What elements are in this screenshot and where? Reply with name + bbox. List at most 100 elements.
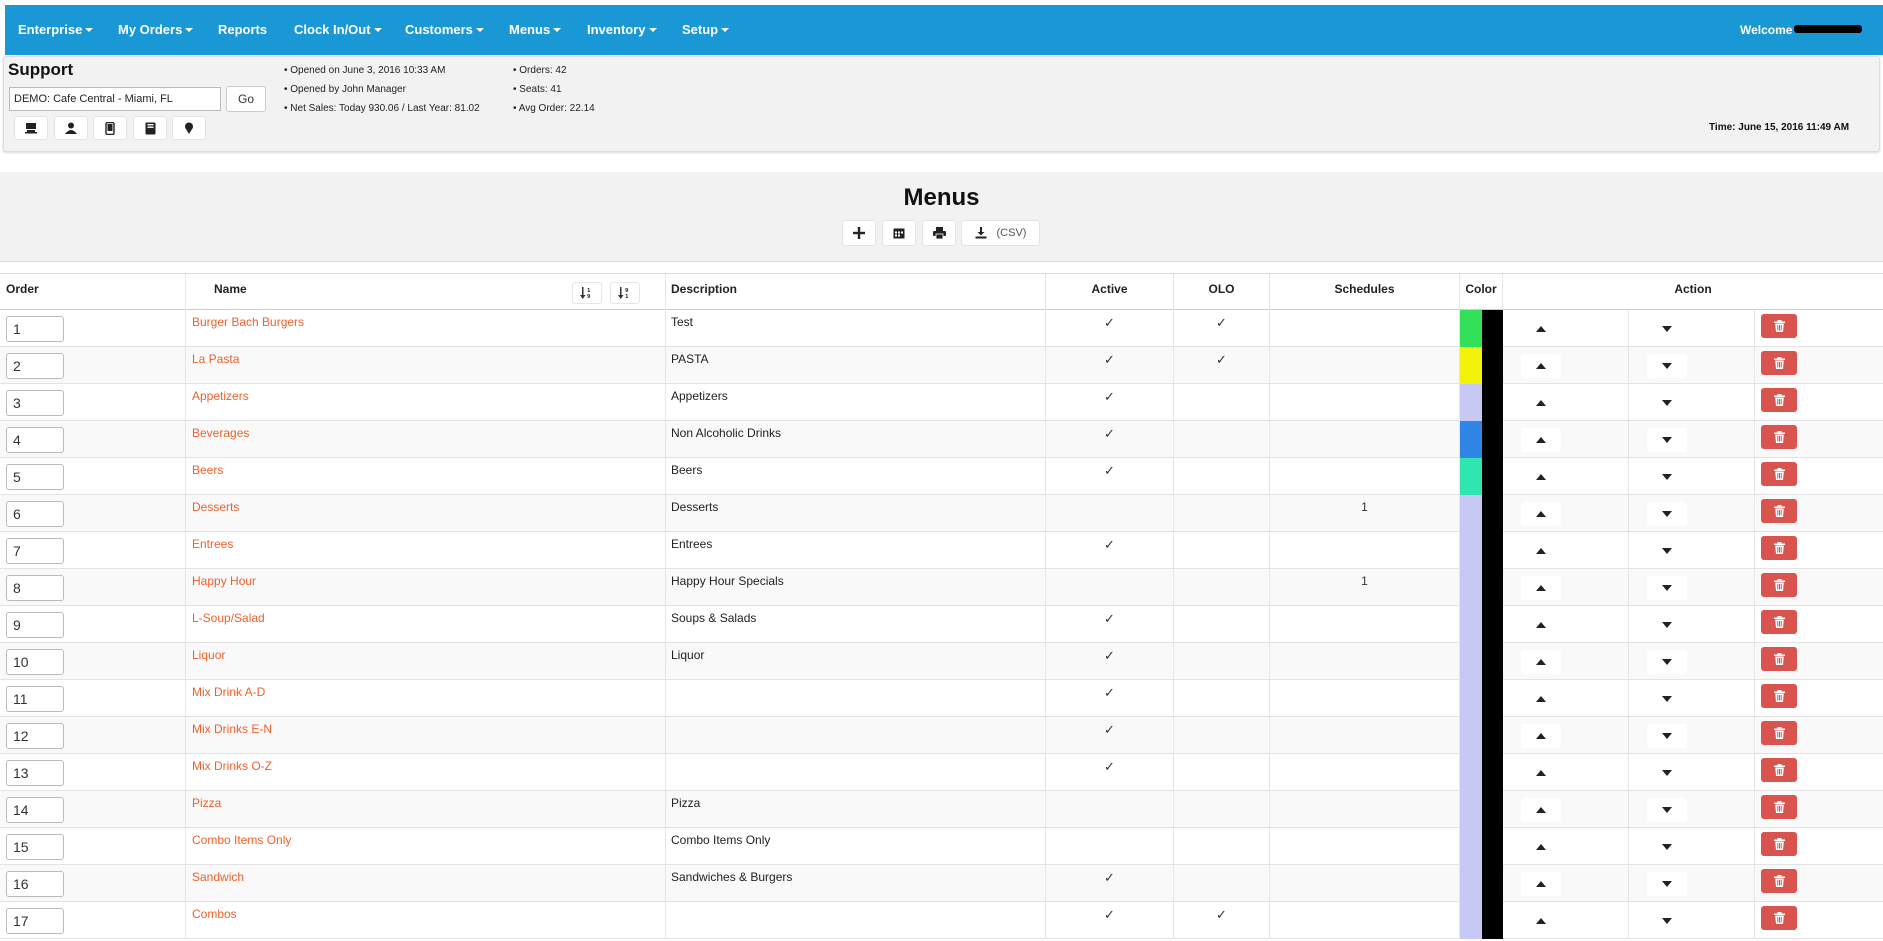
nav-item-customers[interactable]: Customers bbox=[405, 5, 484, 55]
header-active[interactable]: Active bbox=[1046, 274, 1174, 310]
nav-item-menus[interactable]: Menus bbox=[509, 5, 562, 55]
delete-menu-button[interactable] bbox=[1761, 610, 1797, 634]
book-icon[interactable] bbox=[133, 116, 167, 140]
schedule-button[interactable] bbox=[882, 220, 916, 246]
move-up-button[interactable] bbox=[1521, 798, 1561, 822]
move-up-button[interactable] bbox=[1521, 650, 1561, 674]
delete-menu-button[interactable] bbox=[1761, 462, 1797, 486]
nav-item-enterprise[interactable]: Enterprise bbox=[18, 5, 94, 55]
move-down-button[interactable] bbox=[1647, 428, 1687, 452]
menu-name-link[interactable]: Beers bbox=[192, 463, 223, 477]
export-csv-button[interactable]: (CSV) bbox=[961, 220, 1040, 246]
order-input[interactable] bbox=[6, 464, 64, 490]
delete-menu-button[interactable] bbox=[1761, 647, 1797, 671]
order-input[interactable] bbox=[6, 612, 64, 638]
header-name[interactable]: Name 19 91 bbox=[186, 274, 666, 310]
move-up-button[interactable] bbox=[1521, 724, 1561, 748]
header-olo[interactable]: OLO bbox=[1174, 274, 1270, 310]
order-input[interactable] bbox=[6, 760, 64, 786]
order-input[interactable] bbox=[6, 390, 64, 416]
delete-menu-button[interactable] bbox=[1761, 832, 1797, 856]
move-down-button[interactable] bbox=[1647, 650, 1687, 674]
move-down-button[interactable] bbox=[1647, 835, 1687, 859]
move-down-button[interactable] bbox=[1647, 872, 1687, 896]
order-input[interactable] bbox=[6, 353, 64, 379]
move-down-button[interactable] bbox=[1647, 761, 1687, 785]
order-input[interactable] bbox=[6, 649, 64, 675]
move-down-button[interactable] bbox=[1647, 909, 1687, 933]
menu-name-link[interactable]: La Pasta bbox=[192, 352, 239, 366]
nav-item-inventory[interactable]: Inventory bbox=[587, 5, 657, 55]
sort-descending-button[interactable]: 91 bbox=[610, 282, 640, 304]
move-up-button[interactable] bbox=[1521, 354, 1561, 378]
menu-name-link[interactable]: Happy Hour bbox=[192, 574, 256, 588]
order-input[interactable] bbox=[6, 538, 64, 564]
move-up-button[interactable] bbox=[1521, 909, 1561, 933]
location-search-input[interactable] bbox=[9, 87, 221, 111]
order-input[interactable] bbox=[6, 427, 64, 453]
order-input[interactable] bbox=[6, 501, 64, 527]
menu-name-link[interactable]: Pizza bbox=[192, 796, 221, 810]
print-button[interactable] bbox=[922, 220, 956, 246]
delete-menu-button[interactable] bbox=[1761, 869, 1797, 893]
header-schedules[interactable]: Schedules bbox=[1270, 274, 1460, 310]
mobile-icon[interactable] bbox=[93, 116, 127, 140]
menu-name-link[interactable]: Appetizers bbox=[192, 389, 249, 403]
move-up-button[interactable] bbox=[1521, 502, 1561, 526]
move-up-button[interactable] bbox=[1521, 761, 1561, 785]
delete-menu-button[interactable] bbox=[1761, 573, 1797, 597]
move-down-button[interactable] bbox=[1647, 687, 1687, 711]
menu-name-link[interactable]: Mix Drinks O-Z bbox=[192, 759, 272, 773]
header-order[interactable]: Order bbox=[0, 274, 186, 310]
move-up-button[interactable] bbox=[1521, 317, 1561, 341]
order-input[interactable] bbox=[6, 834, 64, 860]
move-up-button[interactable] bbox=[1521, 539, 1561, 563]
user-icon[interactable] bbox=[54, 116, 88, 140]
delete-menu-button[interactable] bbox=[1761, 351, 1797, 375]
move-up-button[interactable] bbox=[1521, 613, 1561, 637]
menu-name-link[interactable]: Sandwich bbox=[192, 870, 244, 884]
header-description[interactable]: Description bbox=[666, 274, 1046, 310]
move-down-button[interactable] bbox=[1647, 354, 1687, 378]
move-up-button[interactable] bbox=[1521, 428, 1561, 452]
delete-menu-button[interactable] bbox=[1761, 388, 1797, 412]
delete-menu-button[interactable] bbox=[1761, 684, 1797, 708]
move-up-button[interactable] bbox=[1521, 835, 1561, 859]
nav-item-reports[interactable]: Reports bbox=[218, 5, 267, 55]
move-up-button[interactable] bbox=[1521, 391, 1561, 415]
menu-name-link[interactable]: Combos bbox=[192, 907, 237, 921]
sort-ascending-button[interactable]: 19 bbox=[572, 282, 602, 304]
move-down-button[interactable] bbox=[1647, 465, 1687, 489]
menu-name-link[interactable]: Combo Items Only bbox=[192, 833, 291, 847]
menu-name-link[interactable]: Entrees bbox=[192, 537, 233, 551]
welcome-user[interactable]: Welcome bbox=[1740, 5, 1863, 55]
order-input[interactable] bbox=[6, 908, 64, 934]
delete-menu-button[interactable] bbox=[1761, 795, 1797, 819]
move-down-button[interactable] bbox=[1647, 317, 1687, 341]
move-down-button[interactable] bbox=[1647, 502, 1687, 526]
menu-name-link[interactable]: Mix Drinks E-N bbox=[192, 722, 272, 736]
menu-name-link[interactable]: L-Soup/Salad bbox=[192, 611, 265, 625]
menu-name-link[interactable]: Beverages bbox=[192, 426, 249, 440]
delete-menu-button[interactable] bbox=[1761, 758, 1797, 782]
move-down-button[interactable] bbox=[1647, 613, 1687, 637]
menu-name-link[interactable]: Burger Bach Burgers bbox=[192, 315, 304, 329]
move-up-button[interactable] bbox=[1521, 687, 1561, 711]
order-input[interactable] bbox=[6, 797, 64, 823]
order-input[interactable] bbox=[6, 723, 64, 749]
delete-menu-button[interactable] bbox=[1761, 499, 1797, 523]
nav-item-setup[interactable]: Setup bbox=[682, 5, 730, 55]
delete-menu-button[interactable] bbox=[1761, 425, 1797, 449]
go-button[interactable]: Go bbox=[226, 86, 266, 112]
order-input[interactable] bbox=[6, 686, 64, 712]
move-down-button[interactable] bbox=[1647, 539, 1687, 563]
add-menu-button[interactable] bbox=[842, 220, 876, 246]
nav-item-clock-in-out[interactable]: Clock In/Out bbox=[294, 5, 382, 55]
order-input[interactable] bbox=[6, 871, 64, 897]
menu-name-link[interactable]: Mix Drink A-D bbox=[192, 685, 265, 699]
delete-menu-button[interactable] bbox=[1761, 314, 1797, 338]
menu-name-link[interactable]: Liquor bbox=[192, 648, 225, 662]
move-down-button[interactable] bbox=[1647, 798, 1687, 822]
register-icon[interactable] bbox=[14, 116, 48, 140]
move-up-button[interactable] bbox=[1521, 872, 1561, 896]
